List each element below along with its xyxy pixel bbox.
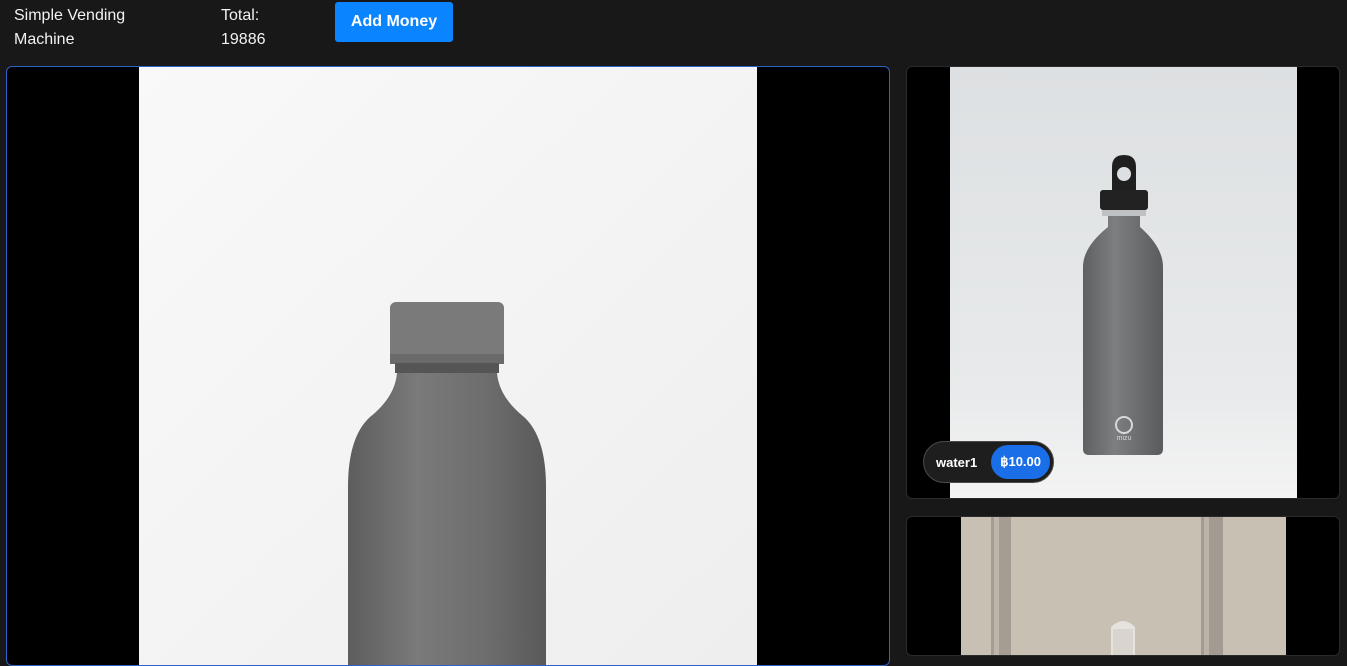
svg-text:mizu: mizu <box>1117 435 1132 442</box>
total-label: Total: <box>221 7 260 24</box>
featured-product-card[interactable] <box>6 66 890 666</box>
header-bar: Simple Vending Machine Total: 19886 Add … <box>0 0 1347 60</box>
total-value: 19886 <box>221 31 266 48</box>
product-name: water1 <box>936 454 978 470</box>
product-image <box>961 517 1286 655</box>
product-price-badge: ฿10.00 <box>991 445 1051 479</box>
featured-product-image <box>139 67 757 665</box>
product-card[interactable] <box>906 516 1340 656</box>
app-title: Simple Vending Machine <box>14 7 126 48</box>
product-label-pill[interactable]: water1 ฿10.00 <box>923 441 1055 483</box>
product-card[interactable]: mizu water1 ฿10.00 <box>906 66 1340 499</box>
add-money-button[interactable]: Add Money <box>335 2 453 42</box>
product-image: mizu <box>950 67 1297 498</box>
total-display: Total: 19886 <box>221 4 266 52</box>
